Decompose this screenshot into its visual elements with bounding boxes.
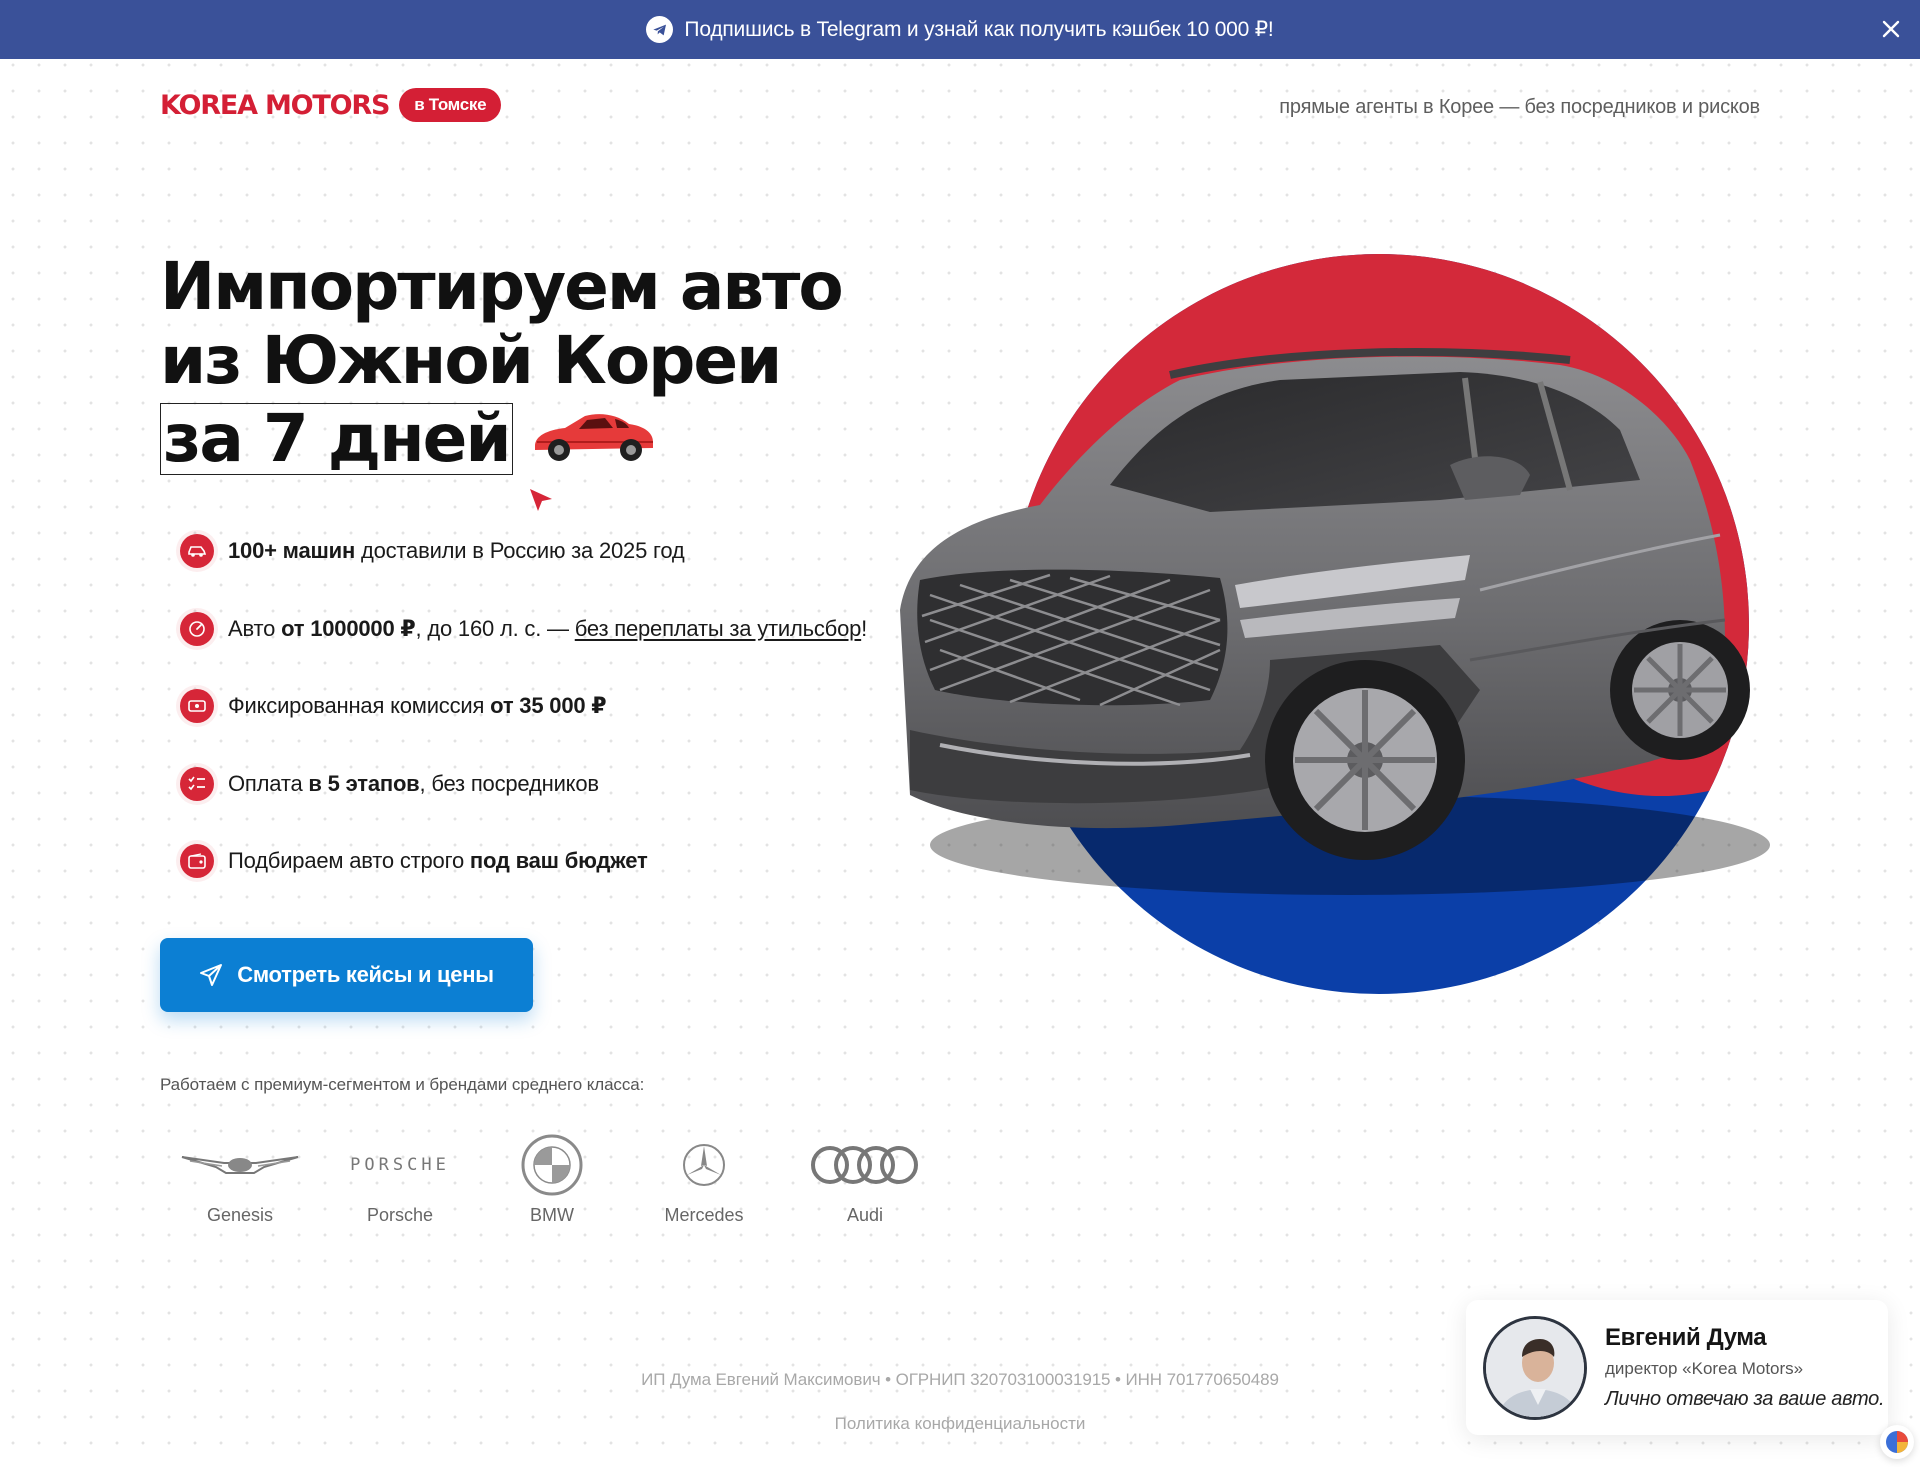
headline-line-3: за 7 дней [160,402,513,475]
audi-logo [795,1135,935,1195]
wallet-icon [180,844,214,878]
brand-label: BMW [530,1205,574,1225]
director-name: Евгений Дума [1605,1324,1767,1351]
porsche-logo: PORSCHE [350,1155,450,1175]
hero-headline: Импортируем авто из Южной Кореи за 7 дне… [160,248,844,479]
speedometer-icon [180,611,214,646]
brand-audi: Audi [795,1135,935,1226]
bmw-logo: BMW [482,1134,622,1196]
feature-bold: 100+ машин [228,538,356,563]
director-role: директор «Korea Motors» [1605,1359,1804,1378]
brand-label: Mercedes [664,1205,744,1225]
brand-genesis: Genesis [170,1135,310,1226]
brand-label: Genesis [206,1205,274,1225]
cta-label: Смотреть кейсы и цены [237,962,494,987]
feature-text: ! [861,615,868,641]
feature-text: , до 160 л. с. — [415,615,575,641]
hero-image [880,250,1880,1015]
headline-line-2: из Южной Кореи [160,322,782,399]
features-list: 100+ машин доставили в Россию за 2025 го… [180,533,867,921]
mercedes-logo [634,1135,774,1195]
brand-bmw: BMW BMW [482,1134,622,1226]
brands-title: Работаем с премиум-сегментом и брендами … [160,1075,645,1094]
feature-text: Фиксированная комиссия [228,693,491,718]
feature-bold: от 35 000 ₽ [490,693,607,718]
feature-bold: от 1000000 ₽ [281,615,416,641]
feature-text: Подбираем авто строго [228,848,470,873]
city-badge: в Томске [399,88,502,122]
send-icon [200,964,223,986]
site-logo[interactable]: KOREA MOTORS в Томске [160,88,502,122]
chat-widget-icon[interactable] [1880,1425,1914,1459]
genesis-logo [170,1135,310,1195]
telegram-banner[interactable]: Подпишись в Telegram и узнай как получит… [0,0,1920,59]
feature-text: Оплата [228,770,309,796]
feature-bold: под ваш бюджет [469,848,648,873]
feature-bold: в 5 этапов [308,770,420,796]
feature-item: Фиксированная комиссия от 35 000 ₽ [180,688,867,724]
cases-prices-button[interactable]: Смотреть кейсы и цены [160,938,533,1012]
avatar [1483,1315,1587,1420]
svg-text:BMW: BMW [544,1140,559,1147]
telegram-icon [646,16,674,43]
header-tagline: прямые агенты в Корее — без посредников … [1279,96,1760,118]
car-icon [180,534,214,568]
brand-label: Porsche [366,1205,434,1225]
feature-item: Оплата в 5 этапов, без посредников [180,766,867,802]
banner-text[interactable]: Подпишись в Telegram и узнай как получит… [684,17,1273,42]
cursor-icon [530,489,552,511]
director-card: Евгений Дума директор «Korea Motors» Лич… [1466,1300,1888,1435]
brand-label: Audi [846,1205,884,1225]
close-icon[interactable] [1876,14,1906,44]
feature-text: , без посредников [419,770,600,796]
utilsbor-link[interactable]: без переплаты за утильсбор [575,616,862,641]
money-icon [180,689,214,723]
feature-text: доставили в Россию за 2025 год [355,538,685,563]
headline-line-1: Импортируем авто [160,248,844,325]
feature-item: Подбираем авто строго под ваш бюджет [180,843,867,879]
brand-mercedes: Mercedes [634,1135,774,1226]
feature-item: Авто от 1000000 ₽, до 160 л. с. — без пе… [180,611,867,647]
feature-text: Авто [228,615,282,641]
brand-porsche: PORSCHE Porsche [330,1135,470,1226]
logo-text: KOREA MOTORS [160,89,390,121]
feature-item: 100+ машин доставили в Россию за 2025 го… [180,533,867,569]
checklist-icon [180,766,214,801]
red-car-icon [529,404,659,479]
director-quote: Лично отвечаю за ваше авто. [1605,1388,1885,1410]
